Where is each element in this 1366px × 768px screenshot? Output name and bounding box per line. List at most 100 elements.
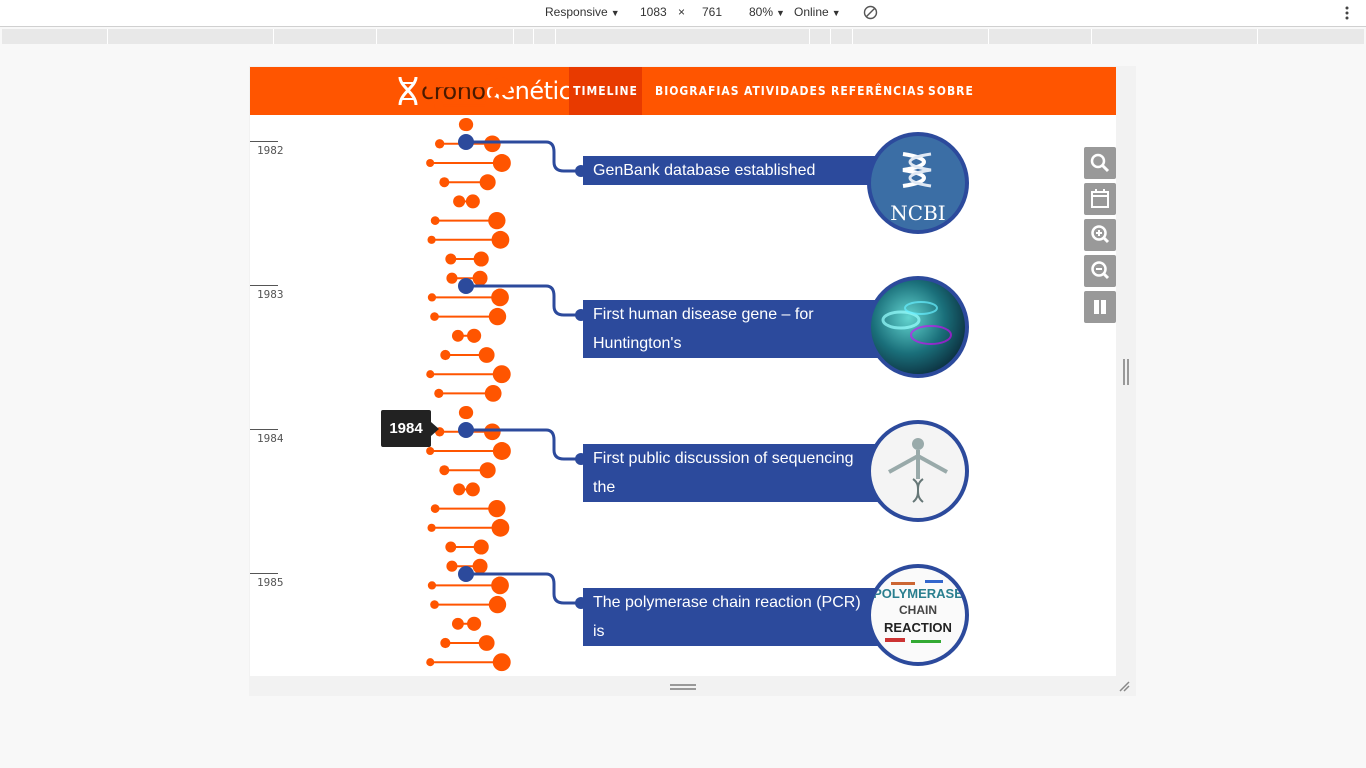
dna-node <box>440 349 451 361</box>
dna-node <box>451 617 464 630</box>
horizontal-resize-handle[interactable] <box>670 684 696 690</box>
dna-node <box>492 653 511 672</box>
zoom-label: 80% <box>749 5 774 19</box>
device-label: Responsive <box>545 5 608 19</box>
dna-node <box>473 251 489 267</box>
event-marker-dot <box>458 566 474 582</box>
dna-node <box>491 576 509 595</box>
calendar-icon <box>1091 189 1109 208</box>
event-image-dna-figure[interactable] <box>867 420 969 522</box>
pcr-word-1: POLYMERASE <box>873 586 963 601</box>
device-select[interactable]: Responsive ▼ <box>545 5 620 19</box>
dna-node <box>492 442 511 460</box>
dna-node <box>451 329 464 342</box>
vertical-resize-handle[interactable] <box>1123 359 1129 385</box>
dna-node <box>439 177 450 188</box>
dna-node <box>460 118 474 132</box>
dna-node <box>488 499 506 518</box>
dna-node <box>465 482 480 497</box>
search-button[interactable] <box>1084 147 1116 179</box>
zoom-out-button[interactable] <box>1084 255 1116 287</box>
calendar-button[interactable] <box>1084 183 1116 215</box>
pcr-word-3: REACTION <box>884 620 952 635</box>
network-select[interactable]: Online ▼ <box>794 5 841 19</box>
caret-down-icon: ▼ <box>831 8 841 18</box>
dna-node <box>427 581 437 590</box>
dna-node <box>473 539 489 555</box>
dna-node <box>446 560 458 572</box>
event-card-pcr[interactable]: The polymerase chain reaction (PCR) is i… <box>583 588 883 669</box>
dna-node <box>465 194 480 209</box>
event-image-ncbi[interactable]: NCBI <box>867 132 969 234</box>
dna-node <box>440 67 451 73</box>
dna-node <box>460 406 474 420</box>
dna-node <box>430 216 440 225</box>
dna-node <box>488 307 507 326</box>
event-image-pcr-wordcloud[interactable]: POLYMERASE CHAIN REACTION <box>867 564 969 666</box>
dna-node <box>492 365 511 384</box>
year-tooltip: 1984 <box>381 410 439 447</box>
pcr-word-2: CHAIN <box>899 603 937 617</box>
dna-node <box>492 154 511 172</box>
corner-resize-handle[interactable] <box>1118 680 1130 692</box>
dna-node <box>488 595 507 614</box>
dna-node <box>427 235 436 244</box>
dna-node <box>478 67 495 75</box>
dna-node <box>488 211 506 230</box>
event-connector <box>466 572 583 605</box>
dna-node <box>484 423 501 441</box>
devtools-toolbar: Responsive ▼ 1083 × 761 80% ▼ Online ▼ <box>0 0 1366 27</box>
event-text-line2: disease – is mapped with DNA markers <box>593 364 873 381</box>
dna-node <box>484 135 501 153</box>
dna-node <box>492 77 511 96</box>
dna-node <box>430 504 440 513</box>
event-text-line1: First public discussion of sequencing th… <box>593 450 854 496</box>
event-text-line1: The polymerase chain reaction (PCR) is <box>593 594 861 640</box>
event-card-huntington[interactable]: First human disease gene – for Huntingto… <box>583 300 883 381</box>
media-query-ruler[interactable] <box>2 29 1364 44</box>
dna-node <box>472 270 488 286</box>
dna-node <box>453 483 466 496</box>
event-marker-dot <box>458 278 474 294</box>
event-connector <box>466 284 583 317</box>
dna-node <box>430 312 439 321</box>
dna-node <box>439 465 450 476</box>
more-vertical-icon[interactable] <box>1344 6 1350 22</box>
times-sign: × <box>678 5 686 19</box>
dna-node <box>491 518 510 537</box>
caret-down-icon: ▼ <box>610 8 620 18</box>
zoom-in-button[interactable] <box>1084 219 1116 251</box>
zoom-in-icon <box>1091 225 1110 244</box>
event-connector <box>466 428 583 461</box>
width-input[interactable]: 1083 <box>636 5 671 19</box>
event-text-line2: invented <box>593 652 654 669</box>
event-card-genbank[interactable]: GenBank database established <box>583 156 883 185</box>
dna-node <box>434 100 444 111</box>
dna-node <box>426 658 435 667</box>
page-viewport: cronogenética TIMELINE BIOGRAFIAS ATIVID… <box>250 67 1116 676</box>
dna-node <box>484 385 502 402</box>
dna-node <box>467 328 482 343</box>
dna-node <box>484 97 502 114</box>
zoom-out-icon <box>1091 261 1110 280</box>
dna-node <box>434 139 445 149</box>
event-connector <box>466 140 583 173</box>
dna-node <box>434 388 444 399</box>
dna-node <box>491 230 510 249</box>
event-image-dna-strands[interactable] <box>867 276 969 378</box>
dna-node <box>440 637 451 649</box>
dna-node <box>479 462 496 479</box>
dna-node <box>478 635 495 651</box>
pause-button[interactable] <box>1084 291 1116 323</box>
dna-human-figure-icon <box>888 438 948 503</box>
rotate-icon[interactable] <box>863 5 878 20</box>
dna-node <box>467 616 482 631</box>
dna-node <box>445 253 457 265</box>
event-card-genome-discussion[interactable]: First public discussion of sequencing th… <box>583 444 883 525</box>
dna-node <box>426 370 435 379</box>
height-input[interactable]: 761 <box>698 5 727 19</box>
dna-node <box>427 523 436 532</box>
caret-down-icon: ▼ <box>776 8 785 18</box>
dna-node <box>478 347 495 363</box>
zoom-select[interactable]: 80% ▼ <box>749 5 785 19</box>
